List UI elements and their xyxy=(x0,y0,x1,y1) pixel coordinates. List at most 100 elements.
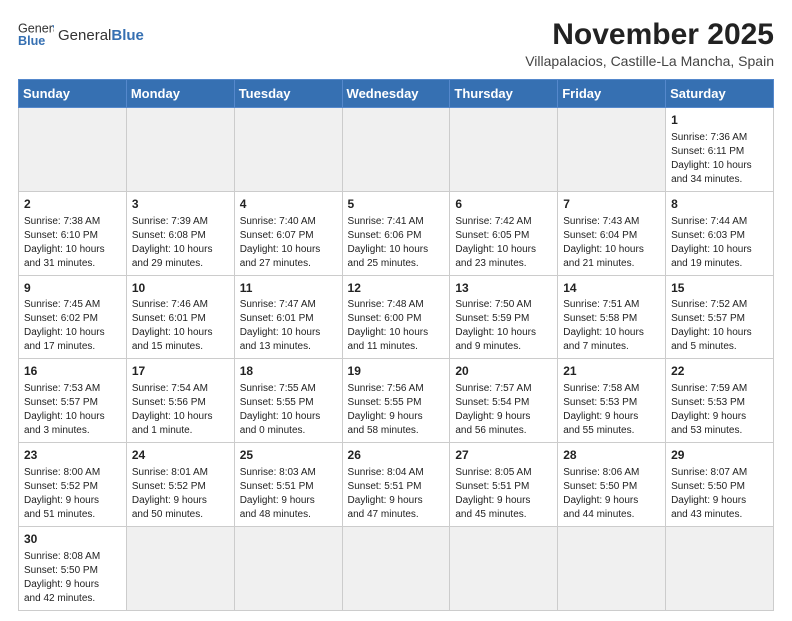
day-number: 23 xyxy=(24,447,121,464)
week-row-6: 30Sunrise: 8:08 AM Sunset: 5:50 PM Dayli… xyxy=(19,526,774,610)
day-number: 26 xyxy=(348,447,445,464)
logo-general-text: GeneralBlue xyxy=(58,28,144,45)
weekday-header-monday: Monday xyxy=(126,80,234,108)
day-info: Sunrise: 7:43 AM Sunset: 6:04 PM Dayligh… xyxy=(563,215,660,271)
header: General Blue GeneralBlue November 2025 V… xyxy=(18,18,774,69)
calendar-cell: 7 Sunrise: 7:43 AM Sunset: 6:04 PM Daylig… xyxy=(558,191,666,275)
calendar-cell xyxy=(558,526,666,610)
page: General Blue GeneralBlue November 2025 V… xyxy=(0,0,792,621)
calendar-cell: 18 Sunrise: 7:55 AM Sunset: 5:55 PM Dayli… xyxy=(234,359,342,443)
calendar-cell: 28 Sunrise: 8:06 AM Sunset: 5:50 PM Dayli… xyxy=(558,443,666,527)
day-number: 11 xyxy=(240,280,337,297)
title-block: November 2025 Villapalacios, Castille-La… xyxy=(525,18,774,69)
day-info: Sunrise: 8:01 AM Sunset: 5:52 PM Dayligh… xyxy=(132,466,229,522)
calendar-cell: 6 Sunrise: 7:42 AM Sunset: 6:05 PM Daylig… xyxy=(450,191,558,275)
calendar-cell: 19Sunrise: 7:56 AM Sunset: 5:55 PM Dayli… xyxy=(342,359,450,443)
calendar-cell xyxy=(126,108,234,192)
calendar-cell xyxy=(126,526,234,610)
calendar-cell: 16Sunrise: 7:53 AM Sunset: 5:57 PM Dayli… xyxy=(19,359,127,443)
day-number: 7 xyxy=(563,196,660,213)
calendar-cell xyxy=(234,108,342,192)
calendar-cell: 1 Sunrise: 7:36 AM Sunset: 6:11 PM Daylig… xyxy=(666,108,774,192)
day-number: 14 xyxy=(563,280,660,297)
calendar-cell: 22 Sunrise: 7:59 AM Sunset: 5:53 PM Dayli… xyxy=(666,359,774,443)
calendar-cell: 23Sunrise: 8:00 AM Sunset: 5:52 PM Dayli… xyxy=(19,443,127,527)
logo: General Blue GeneralBlue xyxy=(18,18,144,54)
calendar-cell xyxy=(666,526,774,610)
day-number: 3 xyxy=(132,196,229,213)
day-info: Sunrise: 7:41 AM Sunset: 6:06 PM Dayligh… xyxy=(348,215,445,271)
calendar-cell: 27Sunrise: 8:05 AM Sunset: 5:51 PM Dayli… xyxy=(450,443,558,527)
calendar-cell xyxy=(558,108,666,192)
day-number: 1 xyxy=(671,112,768,129)
weekday-header-thursday: Thursday xyxy=(450,80,558,108)
day-number: 24 xyxy=(132,447,229,464)
calendar-cell xyxy=(450,526,558,610)
calendar-cell: 24 Sunrise: 8:01 AM Sunset: 5:52 PM Dayli… xyxy=(126,443,234,527)
calendar-cell xyxy=(450,108,558,192)
calendar-cell: 15Sunrise: 7:52 AM Sunset: 5:57 PM Dayli… xyxy=(666,275,774,359)
day-number: 27 xyxy=(455,447,552,464)
day-info: Sunrise: 8:06 AM Sunset: 5:50 PM Dayligh… xyxy=(563,466,660,522)
calendar-cell: 30Sunrise: 8:08 AM Sunset: 5:50 PM Dayli… xyxy=(19,526,127,610)
day-info: Sunrise: 7:58 AM Sunset: 5:53 PM Dayligh… xyxy=(563,382,660,438)
calendar-cell: 9Sunrise: 7:45 AM Sunset: 6:02 PM Daylig… xyxy=(19,275,127,359)
day-info: Sunrise: 7:42 AM Sunset: 6:05 PM Dayligh… xyxy=(455,215,552,271)
day-info: Sunrise: 7:36 AM Sunset: 6:11 PM Dayligh… xyxy=(671,131,768,187)
day-number: 10 xyxy=(132,280,229,297)
day-number: 22 xyxy=(671,363,768,380)
day-info: Sunrise: 7:59 AM Sunset: 5:53 PM Dayligh… xyxy=(671,382,768,438)
day-info: Sunrise: 7:51 AM Sunset: 5:58 PM Dayligh… xyxy=(563,298,660,354)
day-number: 6 xyxy=(455,196,552,213)
month-title: November 2025 xyxy=(525,18,774,51)
day-info: Sunrise: 7:38 AM Sunset: 6:10 PM Dayligh… xyxy=(24,215,121,271)
week-row-5: 23Sunrise: 8:00 AM Sunset: 5:52 PM Dayli… xyxy=(19,443,774,527)
calendar-cell: 4Sunrise: 7:40 AM Sunset: 6:07 PM Daylig… xyxy=(234,191,342,275)
weekday-header-wednesday: Wednesday xyxy=(342,80,450,108)
day-number: 30 xyxy=(24,531,121,548)
calendar-cell xyxy=(234,526,342,610)
calendar-cell: 8 Sunrise: 7:44 AM Sunset: 6:03 PM Daylig… xyxy=(666,191,774,275)
day-info: Sunrise: 7:39 AM Sunset: 6:08 PM Dayligh… xyxy=(132,215,229,271)
day-info: Sunrise: 7:47 AM Sunset: 6:01 PM Dayligh… xyxy=(240,298,337,354)
day-number: 19 xyxy=(348,363,445,380)
day-info: Sunrise: 7:57 AM Sunset: 5:54 PM Dayligh… xyxy=(455,382,552,438)
calendar-cell: 2 Sunrise: 7:38 AM Sunset: 6:10 PM Daylig… xyxy=(19,191,127,275)
calendar-cell: 29 Sunrise: 8:07 AM Sunset: 5:50 PM Dayli… xyxy=(666,443,774,527)
day-number: 28 xyxy=(563,447,660,464)
logo-icon: General Blue xyxy=(18,18,54,54)
day-number: 17 xyxy=(132,363,229,380)
calendar-cell: 5 Sunrise: 7:41 AM Sunset: 6:06 PM Daylig… xyxy=(342,191,450,275)
day-number: 15 xyxy=(671,280,768,297)
day-number: 12 xyxy=(348,280,445,297)
day-info: Sunrise: 8:07 AM Sunset: 5:50 PM Dayligh… xyxy=(671,466,768,522)
day-info: Sunrise: 7:50 AM Sunset: 5:59 PM Dayligh… xyxy=(455,298,552,354)
weekday-header-tuesday: Tuesday xyxy=(234,80,342,108)
day-number: 29 xyxy=(671,447,768,464)
day-info: Sunrise: 7:54 AM Sunset: 5:56 PM Dayligh… xyxy=(132,382,229,438)
calendar-cell: 17 Sunrise: 7:54 AM Sunset: 5:56 PM Dayli… xyxy=(126,359,234,443)
day-info: Sunrise: 8:04 AM Sunset: 5:51 PM Dayligh… xyxy=(348,466,445,522)
day-number: 25 xyxy=(240,447,337,464)
day-number: 2 xyxy=(24,196,121,213)
day-number: 18 xyxy=(240,363,337,380)
day-info: Sunrise: 7:48 AM Sunset: 6:00 PM Dayligh… xyxy=(348,298,445,354)
weekday-header-friday: Friday xyxy=(558,80,666,108)
calendar-cell: 11Sunrise: 7:47 AM Sunset: 6:01 PM Dayli… xyxy=(234,275,342,359)
day-info: Sunrise: 7:44 AM Sunset: 6:03 PM Dayligh… xyxy=(671,215,768,271)
day-number: 8 xyxy=(671,196,768,213)
calendar-cell xyxy=(19,108,127,192)
location: Villapalacios, Castille-La Mancha, Spain xyxy=(525,53,774,69)
day-number: 5 xyxy=(348,196,445,213)
calendar-cell: 21 Sunrise: 7:58 AM Sunset: 5:53 PM Dayli… xyxy=(558,359,666,443)
week-row-4: 16Sunrise: 7:53 AM Sunset: 5:57 PM Dayli… xyxy=(19,359,774,443)
calendar-cell: 20 Sunrise: 7:57 AM Sunset: 5:54 PM Dayli… xyxy=(450,359,558,443)
day-info: Sunrise: 7:46 AM Sunset: 6:01 PM Dayligh… xyxy=(132,298,229,354)
day-number: 21 xyxy=(563,363,660,380)
day-number: 13 xyxy=(455,280,552,297)
day-info: Sunrise: 7:55 AM Sunset: 5:55 PM Dayligh… xyxy=(240,382,337,438)
day-info: Sunrise: 7:45 AM Sunset: 6:02 PM Dayligh… xyxy=(24,298,121,354)
day-number: 20 xyxy=(455,363,552,380)
weekday-header-saturday: Saturday xyxy=(666,80,774,108)
calendar-cell xyxy=(342,108,450,192)
